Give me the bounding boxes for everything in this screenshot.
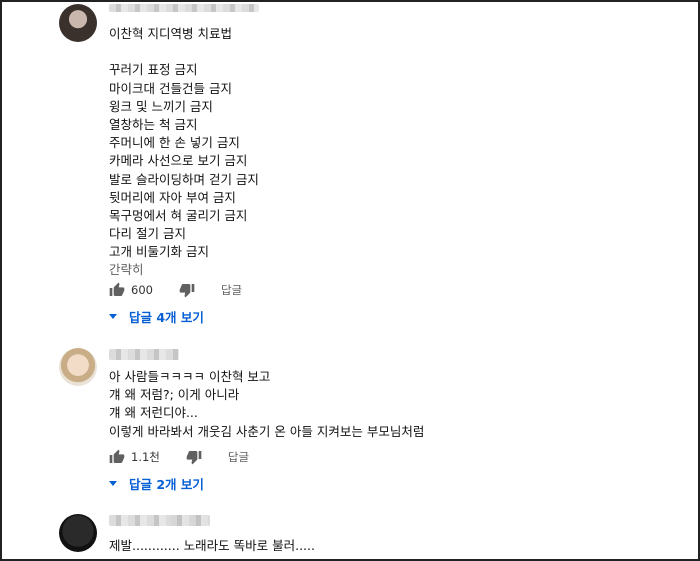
comment-actions: 600 답글: [109, 282, 242, 298]
thumbs-down-icon[interactable]: [179, 282, 195, 298]
caret-down-icon: [109, 314, 117, 319]
comment-blank-line: [109, 43, 259, 61]
comment-line: 다리 절기 금지: [109, 226, 186, 242]
view-replies-button[interactable]: 답글 4개 보기: [109, 307, 204, 326]
comment-line: 발로 슬라이딩하며 걷기 금지: [109, 171, 259, 187]
comment-line: 이찬혁 지디역병 치료법: [109, 26, 232, 41]
comment-line: 열창하는 척 금지: [109, 117, 198, 132]
thumbs-down-icon[interactable]: [186, 449, 202, 465]
comment-line: 제발............ 노래라도 똑바로 불러.....: [109, 538, 315, 553]
reply-button[interactable]: 답글: [228, 449, 249, 465]
read-less-link[interactable]: 간략히: [109, 259, 144, 278]
comment-line: 목구멍에서 혀 굴리기 금지: [109, 208, 248, 224]
thumbs-up-icon[interactable]: [109, 282, 125, 298]
thumbs-up-icon[interactable]: [109, 449, 125, 465]
comment-text: 아 사람들ㅋㅋㅋㅋ 이찬혁 보고 걔 왜 저럼?; 이게 아니라 걔 왜 저런디…: [109, 368, 424, 441]
avatar[interactable]: [59, 4, 97, 42]
like-count: 600: [131, 283, 153, 297]
reply-button[interactable]: 답글: [221, 282, 242, 298]
comment-line: 카메라 사선으로 보기 금지: [109, 153, 248, 169]
comments-panel: 이찬혁 지디역병 치료법 꾸러기 표정 금지 마이크대 건들건들 금지 윙크 및…: [0, 0, 700, 561]
view-replies-label: 답글 2개 보기: [129, 477, 204, 492]
comment-line: 뒷머리에 자아 부여 금지: [109, 189, 236, 205]
caret-down-icon: [109, 481, 117, 486]
like-count: 1.1천: [131, 450, 160, 464]
avatar[interactable]: [59, 514, 97, 552]
avatar[interactable]: [59, 348, 97, 386]
author-meta-blurred: [170, 515, 210, 526]
comment-line: 꾸러기 표정 금지: [109, 62, 198, 78]
comment-line: 아 사람들ㅋㅋㅋㅋ 이찬혁 보고: [109, 369, 271, 384]
comment-line: 이렇게 바라봐서 개웃김 사춘기 온 아들 지켜보는 부모님처럼: [109, 423, 425, 439]
comment-text: 이찬혁 지디역병 치료법 꾸러기 표정 금지 마이크대 건들건들 금지 윙크 및…: [109, 25, 259, 262]
view-replies-button[interactable]: 답글 2개 보기: [109, 474, 204, 493]
view-replies-label: 답글 4개 보기: [129, 310, 204, 325]
author-name-blurred[interactable]: [109, 349, 179, 360]
comment-line: 마이크대 건들건들 금지: [109, 80, 232, 96]
comment-line: 걔 왜 저럼?; 이게 아니라: [109, 387, 240, 403]
comment-text: 제발............ 노래라도 똑바로 불러.....: [109, 537, 315, 555]
comment-line: 윙크 및 느끼기 금지: [109, 98, 213, 114]
author-name-blurred[interactable]: [109, 4, 259, 12]
comment-line: 걔 왜 저런디야...: [109, 405, 198, 421]
comment-line: 주머니에 한 손 넣기 금지: [109, 135, 240, 151]
comment-actions: 1.1천 답글: [109, 449, 249, 465]
